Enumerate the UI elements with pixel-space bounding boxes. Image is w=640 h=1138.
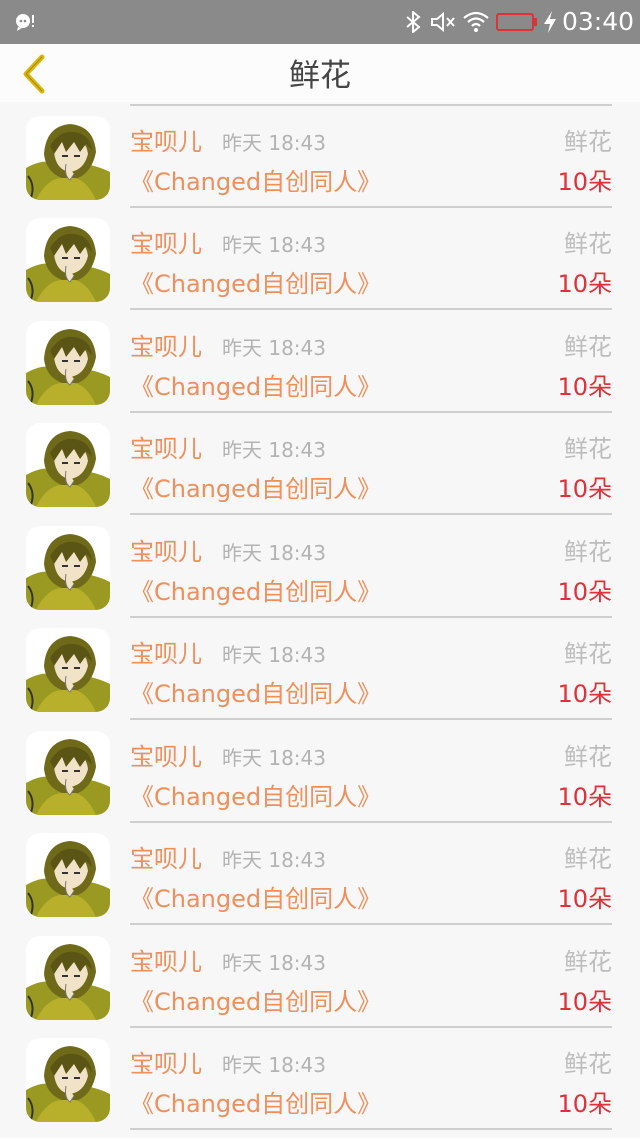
avatar[interactable] — [26, 833, 110, 917]
sender-name: 宝呗儿 — [130, 538, 202, 566]
avatar[interactable] — [26, 526, 110, 610]
gift-count: 10朵 — [557, 270, 612, 298]
sender-name: 宝呗儿 — [130, 1050, 202, 1078]
avatar[interactable] — [26, 218, 110, 302]
mute-icon — [431, 11, 455, 33]
list-item[interactable]: 宝呗儿 昨天 18:43 鲜花《Changed自创同人》 10朵 — [0, 305, 640, 413]
sender-name: 宝呗儿 — [130, 640, 202, 668]
work-title: 《Changed自创同人》 — [130, 680, 382, 708]
gift-type-label: 鲜花 — [564, 948, 612, 976]
gift-count: 10朵 — [557, 168, 612, 196]
gift-count: 10朵 — [557, 783, 612, 811]
timestamp: 昨天 18:43 — [222, 1053, 326, 1077]
work-title: 《Changed自创同人》 — [130, 1090, 382, 1118]
list-item[interactable]: 宝呗儿 昨天 18:43 鲜花《Changed自创同人》 10朵 — [0, 612, 640, 720]
timestamp: 昨天 18:43 — [222, 131, 326, 155]
timestamp: 昨天 18:43 — [222, 643, 326, 667]
gift-type-label: 鲜花 — [564, 128, 612, 156]
timestamp: 昨天 18:43 — [222, 848, 326, 872]
wifi-icon — [463, 11, 489, 32]
notification-icon — [16, 14, 34, 31]
avatar[interactable] — [26, 731, 110, 815]
gift-type-label: 鲜花 — [564, 640, 612, 668]
sender-name: 宝呗儿 — [130, 230, 202, 258]
charging-icon — [544, 11, 556, 33]
work-title: 《Changed自创同人》 — [130, 783, 382, 811]
timestamp: 昨天 18:43 — [222, 541, 326, 565]
gift-type-label: 鲜花 — [564, 435, 612, 463]
work-title: 《Changed自创同人》 — [130, 578, 382, 606]
work-title: 《Changed自创同人》 — [130, 475, 382, 503]
timestamp: 昨天 18:43 — [222, 951, 326, 975]
avatar[interactable] — [26, 321, 110, 405]
sender-name: 宝呗儿 — [130, 435, 202, 463]
avatar[interactable] — [26, 423, 110, 507]
avatar[interactable] — [26, 936, 110, 1020]
gift-count: 10朵 — [557, 475, 612, 503]
gift-type-label: 鲜花 — [564, 845, 612, 873]
gift-type-label: 鲜花 — [564, 230, 612, 258]
timestamp: 昨天 18:43 — [222, 336, 326, 360]
gift-count: 10朵 — [557, 680, 612, 708]
work-title: 《Changed自创同人》 — [130, 373, 382, 401]
list-item[interactable]: 宝呗儿 昨天 18:43 鲜花《Changed自创同人》 10朵 — [0, 510, 640, 618]
work-title: 《Changed自创同人》 — [130, 885, 382, 913]
sender-name: 宝呗儿 — [130, 743, 202, 771]
sender-name: 宝呗儿 — [130, 845, 202, 873]
gift-count: 10朵 — [557, 885, 612, 913]
gift-record-list[interactable]: 宝呗儿 昨天 18:43 鲜花 《Changed自创同人》 10朵 宝呗儿 昨天 18:4… — [0, 0, 640, 1138]
gift-count: 10朵 — [557, 578, 612, 606]
avatar[interactable] — [26, 1038, 110, 1122]
list-item[interactable]: 宝呗儿 昨天 18:43 鲜花《Changed自创同人》 10朵 — [0, 202, 640, 310]
avatar[interactable] — [26, 116, 110, 200]
battery-icon — [496, 13, 537, 31]
timestamp: 昨天 18:43 — [222, 746, 326, 770]
gift-type-label: 鲜花 — [564, 333, 612, 361]
list-item[interactable]: 宝呗儿 昨天 18:43 鲜花《Changed自创同人》 10朵 — [0, 920, 640, 1028]
divider — [130, 1128, 612, 1130]
work-title: 《Changed自创同人》 — [130, 168, 382, 196]
gift-type-label: 鲜花 — [564, 743, 612, 771]
work-title: 《Changed自创同人》 — [130, 270, 382, 298]
sender-name: 宝呗儿 — [130, 948, 202, 976]
timestamp: 昨天 18:43 — [222, 233, 326, 257]
sender-name: 宝呗儿 — [130, 128, 202, 156]
gift-count: 10朵 — [557, 988, 612, 1016]
status-bar: 03:40 — [0, 0, 640, 44]
gift-type-label: 鲜花 — [564, 1050, 612, 1078]
list-item[interactable]: 宝呗儿 昨天 18:43 鲜花《Changed自创同人》 10朵 — [0, 1022, 640, 1130]
list-item[interactable]: 宝呗儿 昨天 18:43 鲜花《Changed自创同人》 10朵 — [0, 407, 640, 515]
list-item[interactable]: 宝呗儿 昨天 18:43 鲜花《Changed自创同人》 10朵 — [0, 715, 640, 823]
app-header: 鲜花 — [0, 44, 640, 102]
bluetooth-icon — [406, 11, 421, 33]
clock: 03:40 — [562, 7, 635, 36]
gift-count: 10朵 — [557, 373, 612, 401]
list-item[interactable]: 宝呗儿 昨天 18:43 鲜花《Changed自创同人》 10朵 — [0, 100, 640, 208]
work-title: 《Changed自创同人》 — [130, 988, 382, 1016]
gift-count: 10朵 — [557, 1090, 612, 1118]
gift-type-label: 鲜花 — [564, 538, 612, 566]
sender-name: 宝呗儿 — [130, 333, 202, 361]
timestamp: 昨天 18:43 — [222, 438, 326, 462]
avatar[interactable] — [26, 628, 110, 712]
list-item[interactable]: 宝呗儿 昨天 18:43 鲜花《Changed自创同人》 10朵 — [0, 817, 640, 925]
page-title: 鲜花 — [289, 58, 351, 94]
